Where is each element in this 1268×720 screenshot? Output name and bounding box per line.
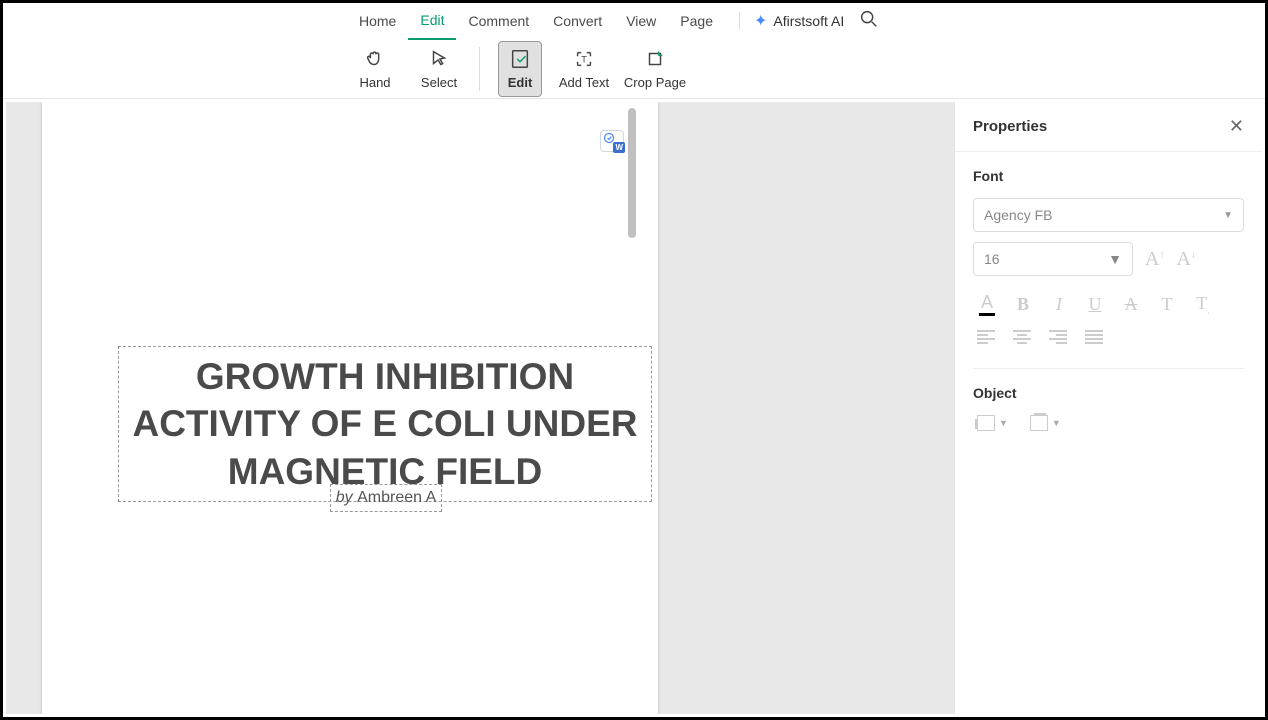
align-center-button[interactable] [1013,330,1031,344]
object-section: Object ▼ ▼ [955,369,1262,447]
chevron-down-icon: ▼ [1052,418,1061,428]
font-size-value: 16 [984,251,1000,267]
font-family-select[interactable]: Agency FB ▼ [973,198,1244,232]
by-prefix: by [336,489,357,506]
cursor-icon [428,47,450,71]
menu-comment[interactable]: Comment [456,3,541,39]
title-text: GROWTH INHIBITION ACTIVITY OF E COLI UND… [121,353,649,495]
tool-crop-label: Crop Page [624,75,686,90]
menu-view[interactable]: View [614,3,668,39]
sparkle-icon: ✦ [754,11,767,31]
italic-button[interactable]: I [1049,294,1069,315]
increase-font-icon[interactable]: A↑ [1145,248,1164,271]
close-icon[interactable]: ✕ [1229,116,1244,137]
ai-label: Afirstsoft AI [773,13,844,29]
properties-panel: Properties ✕ Font Agency FB ▼ 16 ▼ A↑ A↓… [954,102,1262,714]
panel-title: Properties [973,118,1047,135]
font-size-select[interactable]: 16 ▼ [973,242,1133,276]
menu-convert[interactable]: Convert [541,3,614,39]
align-objects-icon [977,415,995,431]
font-section: Font Agency FB ▼ 16 ▼ A↑ A↓ A B I U A T [955,152,1262,360]
menu-edit[interactable]: Edit [408,2,456,40]
panel-header: Properties ✕ [955,102,1262,152]
menu-page[interactable]: Page [668,3,725,39]
underline-button[interactable]: U [1085,294,1105,315]
tool-crop-page[interactable]: Crop Page [616,41,694,97]
chevron-down-icon: ▼ [1108,251,1122,267]
object-heading: Object [973,385,1244,401]
top-menubar: Home Edit Comment Convert View Page ✦ Af… [3,3,1265,39]
tool-add-text[interactable]: T Add Text [552,41,616,97]
tool-edit-label: Edit [508,75,533,90]
tool-hand[interactable]: Hand [343,41,407,97]
document-page[interactable]: GROWTH INHIBITION ACTIVITY OF E COLI UND… [42,102,658,714]
crop-icon [644,47,666,71]
hand-icon [364,47,386,71]
menu-divider [739,12,740,30]
align-justify-button[interactable] [1085,330,1103,344]
workspace: GROWTH INHIBITION ACTIVITY OF E COLI UND… [6,102,1262,714]
align-left-button[interactable] [977,330,995,344]
title-text-box[interactable]: GROWTH INHIBITION ACTIVITY OF E COLI UND… [118,346,652,502]
author-name: Ambreen A [357,489,436,506]
document-area[interactable]: GROWTH INHIBITION ACTIVITY OF E COLI UND… [6,102,954,714]
object-distribute-button[interactable]: ▼ [1030,415,1061,431]
edit-icon [509,47,531,71]
author-text-box[interactable]: by Ambreen A [330,484,442,512]
chevron-down-icon: ▼ [1223,210,1233,221]
svg-text:T: T [581,55,587,65]
tool-divider [479,47,480,91]
superscript-button[interactable]: T [1157,294,1177,315]
font-heading: Font [973,168,1244,184]
edit-toolbar: Hand Select Edit T Add Text Crop Page [3,39,1265,99]
chevron-down-icon: ▼ [999,418,1008,428]
tool-select[interactable]: Select [407,41,471,97]
menu-home[interactable]: Home [347,3,408,39]
vertical-scrollbar[interactable] [628,108,636,238]
tool-select-label: Select [421,75,457,90]
align-right-button[interactable] [1049,330,1067,344]
tool-add-text-label: Add Text [559,75,609,90]
tool-edit[interactable]: Edit [498,41,542,97]
add-text-icon: T [573,47,595,71]
strikethrough-button[interactable]: A [1121,294,1141,315]
font-family-value: Agency FB [984,207,1052,223]
distribute-objects-icon [1030,415,1048,431]
author-text: by Ambreen A [331,489,441,507]
bold-button[interactable]: B [1013,294,1033,315]
ai-assistant-button[interactable]: ✦ Afirstsoft AI [754,11,844,31]
object-align-button[interactable]: ▼ [977,415,1008,431]
word-badge-icon[interactable]: W [600,130,624,152]
search-icon[interactable] [858,8,880,34]
decrease-font-icon[interactable]: A↓ [1176,248,1195,271]
tool-hand-label: Hand [359,75,390,90]
subscript-button[interactable]: T. [1193,293,1213,316]
font-color-button[interactable]: A [977,292,997,316]
